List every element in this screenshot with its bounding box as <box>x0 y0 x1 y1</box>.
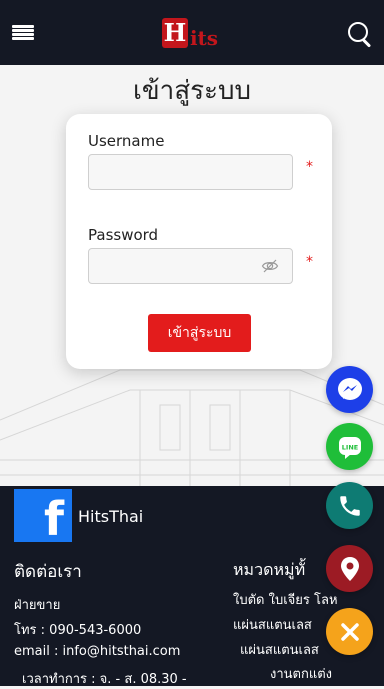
password-required-mark: * <box>306 254 313 270</box>
facebook-page-name[interactable]: HitsThai <box>78 507 143 526</box>
search-icon[interactable] <box>346 20 372 48</box>
username-label: Username <box>88 132 165 150</box>
category-link[interactable]: แผ่นสแตนเลส <box>233 614 312 635</box>
hits-logo[interactable]: H its <box>161 17 219 50</box>
username-input[interactable] <box>88 154 293 190</box>
building-sketch-background <box>0 369 384 486</box>
close-fab-button[interactable] <box>326 608 373 655</box>
email-text[interactable]: email : info@hitsthai.com <box>14 644 180 659</box>
menu-icon[interactable] <box>12 24 34 41</box>
category-link[interactable]: แผ่นสแตนเลส <box>240 639 319 660</box>
phone-icon <box>339 495 360 516</box>
map-pin-icon <box>340 556 359 581</box>
page-title: เข้าสู่ระบบ <box>132 76 252 106</box>
call-button[interactable] <box>326 482 373 529</box>
logo-text: its <box>189 25 219 50</box>
category-link[interactable]: ใบตัด ใบเจียร โลห <box>233 589 338 610</box>
location-button[interactable] <box>326 545 373 592</box>
phone-text[interactable]: โทร : 090-543-6000 <box>14 619 141 640</box>
password-label: Password <box>88 226 159 244</box>
messenger-icon <box>337 377 362 400</box>
login-button[interactable]: เข้าสู่ระบบ <box>148 314 251 352</box>
sales-label: ฝ่ายขาย <box>14 598 61 613</box>
eye-slash-icon[interactable] <box>261 257 279 275</box>
close-icon <box>340 622 359 641</box>
categories-heading: หมวดหมู่ทั้ <box>233 560 306 579</box>
login-card: Username * Password * เข้าสู่ระบบ <box>66 114 332 369</box>
contact-heading: ติดต่อเรา <box>14 562 82 582</box>
category-link[interactable]: งานตกแต่ง <box>270 663 332 684</box>
site-footer: f HitsThai ติดต่อเรา ฝ่ายขาย โทร : 090-5… <box>0 486 384 687</box>
logo-mark: H <box>161 17 188 48</box>
facebook-icon[interactable]: f <box>14 489 72 542</box>
password-field-wrapper <box>88 248 293 284</box>
messenger-button[interactable] <box>326 366 373 413</box>
line-icon: LINE <box>338 436 361 459</box>
top-navbar: H its <box>0 0 384 65</box>
facebook-glyph: f <box>43 492 64 546</box>
line-button[interactable]: LINE <box>326 423 373 470</box>
username-required-mark: * <box>306 159 313 175</box>
svg-text:LINE: LINE <box>341 443 357 451</box>
